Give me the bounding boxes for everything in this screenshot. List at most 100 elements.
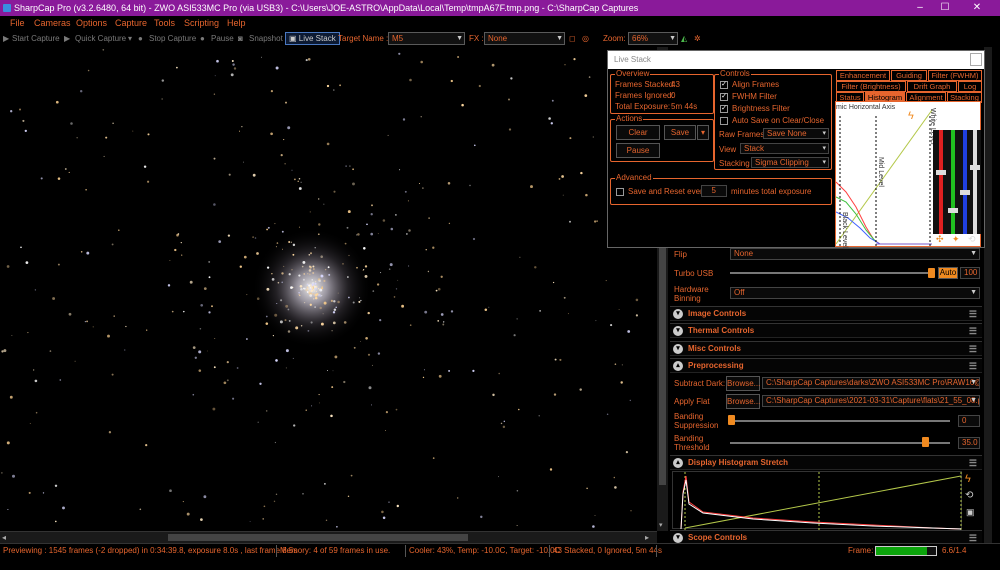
subtract-dark-select[interactable]: C:\SharpCap Captures\darks\ZWO ASI533MC … bbox=[762, 377, 980, 389]
subtract-dark-browse-button[interactable]: Browse... bbox=[726, 376, 760, 391]
banding-threshold-slider[interactable] bbox=[730, 442, 950, 444]
fx-select[interactable]: None ▼ bbox=[484, 32, 565, 45]
horizontal-scroll-thumb[interactable] bbox=[168, 534, 468, 541]
pause-stack-button[interactable]: Pause bbox=[616, 143, 660, 158]
pause-button[interactable]: Pause bbox=[211, 30, 234, 47]
horizontal-scrollbar[interactable]: ◂ ▸ bbox=[0, 531, 657, 543]
banding-suppression-thumb[interactable] bbox=[728, 415, 735, 425]
turbo-usb-slider[interactable] bbox=[730, 272, 930, 274]
live-stack-button[interactable]: ▣ Live Stack bbox=[285, 32, 340, 45]
thermal-controls-section[interactable]: ▾ Thermal Controls ☰ bbox=[670, 323, 982, 338]
tab-enhancement[interactable]: Enhancement bbox=[836, 70, 890, 81]
save-button[interactable]: Save bbox=[664, 125, 696, 140]
red-level-slider[interactable] bbox=[939, 130, 943, 234]
tab-log[interactable]: Log bbox=[958, 81, 982, 92]
menu-icon[interactable]: ☰ bbox=[969, 456, 977, 470]
close-button[interactable]: ✕ bbox=[962, 0, 992, 16]
tab-filter-brightness[interactable]: Filter (Brightness) bbox=[836, 81, 906, 92]
reset-icon[interactable]: ⟲ bbox=[968, 234, 976, 245]
tab-drift-graph[interactable]: Drift Graph bbox=[907, 81, 957, 92]
snapshot-button[interactable]: Snapshot bbox=[249, 30, 283, 47]
banding-threshold-thumb[interactable] bbox=[922, 437, 929, 447]
star bbox=[292, 253, 295, 256]
save-reset-checkbox[interactable] bbox=[616, 188, 624, 196]
quick-capture-button[interactable]: Quick Capture bbox=[75, 30, 126, 47]
fwhm-filter-checkbox[interactable]: ✓ bbox=[720, 93, 728, 101]
brightness-filter-checkbox[interactable]: ✓ bbox=[720, 105, 728, 113]
banding-threshold-value[interactable]: 35.0 bbox=[958, 437, 980, 449]
banding-suppression-value[interactable]: 0 bbox=[958, 415, 980, 427]
display-histogram-chart[interactable] bbox=[672, 471, 962, 530]
image-controls-section[interactable]: ▾ Image Controls ☰ bbox=[670, 306, 982, 321]
menu-capture[interactable]: Capture bbox=[115, 16, 147, 30]
menu-icon[interactable]: ☰ bbox=[969, 307, 977, 321]
stack-histogram-chart[interactable]: mic Horizontal Axis Black Level Mid Leve… bbox=[836, 102, 936, 248]
save-reset-value[interactable]: 5 bbox=[701, 185, 727, 197]
menu-icon[interactable]: ☰ bbox=[969, 324, 977, 338]
align-frames-checkbox[interactable]: ✓ bbox=[720, 81, 728, 89]
misc-controls-section[interactable]: ▾ Misc Controls ☰ bbox=[670, 341, 982, 356]
start-capture-button[interactable]: Start Capture bbox=[12, 30, 60, 47]
scroll-right-icon[interactable]: ▸ bbox=[645, 532, 649, 543]
raw-frames-select[interactable]: Save None ▾ bbox=[763, 128, 829, 139]
reset-icon[interactable]: ⟲ bbox=[965, 490, 973, 501]
auto-save-checkbox[interactable] bbox=[720, 117, 728, 125]
menu-cameras[interactable]: Cameras bbox=[34, 16, 71, 30]
menu-file[interactable]: File bbox=[10, 16, 25, 30]
auto-stretch-icon[interactable]: ϟ bbox=[908, 110, 914, 122]
green-slider-thumb[interactable] bbox=[948, 208, 958, 213]
menu-icon[interactable]: ☰ bbox=[969, 359, 977, 373]
reticle-icon[interactable]: ◻ bbox=[569, 30, 576, 47]
star bbox=[208, 311, 211, 314]
apply-flat-select[interactable]: C:\SharpCap Captures\2021-03-31\Capture\… bbox=[762, 395, 980, 407]
tab-filter-fwhm[interactable]: Filter (FWHM) bbox=[928, 70, 982, 81]
blue-level-slider[interactable] bbox=[963, 130, 967, 234]
histogram-icon[interactable]: ◭ bbox=[681, 30, 687, 47]
turbo-usb-auto-button[interactable]: Auto bbox=[938, 267, 958, 279]
star bbox=[364, 265, 368, 268]
star-icon[interactable]: ✦ bbox=[952, 234, 960, 245]
menu-tools[interactable]: Tools bbox=[154, 16, 175, 30]
flip-select[interactable]: None ▼ bbox=[730, 248, 980, 260]
hardware-binning-select[interactable]: Off ▼ bbox=[730, 287, 980, 299]
display-histogram-section[interactable]: ▴ Display Histogram Stretch ☰ bbox=[670, 455, 982, 470]
quick-capture-dropdown-icon[interactable]: ▾ bbox=[128, 30, 132, 47]
save-dropdown-button[interactable]: ▾ bbox=[697, 125, 709, 140]
turbo-usb-value[interactable]: 100 bbox=[960, 267, 980, 279]
scroll-down-icon[interactable]: ▾ bbox=[659, 521, 663, 529]
blue-slider-thumb[interactable] bbox=[960, 190, 970, 195]
scroll-left-icon[interactable]: ◂ bbox=[2, 532, 6, 543]
stop-capture-button[interactable]: Stop Capture bbox=[149, 30, 196, 47]
menu-icon[interactable]: ☰ bbox=[969, 342, 977, 356]
color-balance-icon[interactable]: ✣ bbox=[936, 234, 944, 245]
turbo-usb-slider-thumb[interactable] bbox=[928, 268, 935, 278]
stacking-select[interactable]: Sigma Clipping ▾ bbox=[751, 157, 829, 168]
target-icon[interactable]: ◎ bbox=[582, 30, 589, 47]
green-level-slider[interactable] bbox=[951, 130, 955, 234]
menu-scripting[interactable]: Scripting bbox=[184, 16, 219, 30]
panel-scrollbar[interactable] bbox=[984, 47, 992, 543]
menu-help[interactable]: Help bbox=[227, 16, 246, 30]
tab-guiding[interactable]: Guiding bbox=[891, 70, 927, 81]
zoom-select[interactable]: 66% ▼ bbox=[628, 32, 678, 45]
maximize-button[interactable]: ☐ bbox=[930, 0, 960, 16]
live-stack-close-button[interactable] bbox=[970, 53, 982, 66]
banding-suppression-slider[interactable] bbox=[730, 420, 950, 422]
preprocessing-section[interactable]: ▴ Preprocessing ☰ bbox=[670, 358, 982, 373]
red-slider-thumb[interactable] bbox=[936, 170, 946, 175]
save-icon[interactable]: ▣ bbox=[966, 507, 975, 518]
target-name-select[interactable]: M5 ▼ bbox=[388, 32, 465, 45]
live-stack-title-bar[interactable]: Live Stack bbox=[608, 51, 984, 69]
apply-flat-browse-button[interactable]: Browse... bbox=[726, 394, 760, 409]
menu-options[interactable]: Options bbox=[76, 16, 107, 30]
star bbox=[513, 334, 516, 337]
luminance-level-slider[interactable] bbox=[973, 130, 977, 234]
view-select[interactable]: Stack ▾ bbox=[740, 143, 829, 154]
rgb-level-sliders[interactable] bbox=[933, 130, 981, 234]
auto-stretch-icon[interactable]: ϟ bbox=[965, 473, 971, 485]
clear-button[interactable]: Clear bbox=[616, 125, 660, 140]
settings-icon[interactable]: ✲ bbox=[694, 30, 701, 47]
image-viewer[interactable] bbox=[0, 47, 657, 531]
luminance-slider-thumb[interactable] bbox=[970, 165, 980, 170]
stack-histogram-panel[interactable]: mic Horizontal Axis Black Level Mid Leve… bbox=[835, 101, 981, 248]
